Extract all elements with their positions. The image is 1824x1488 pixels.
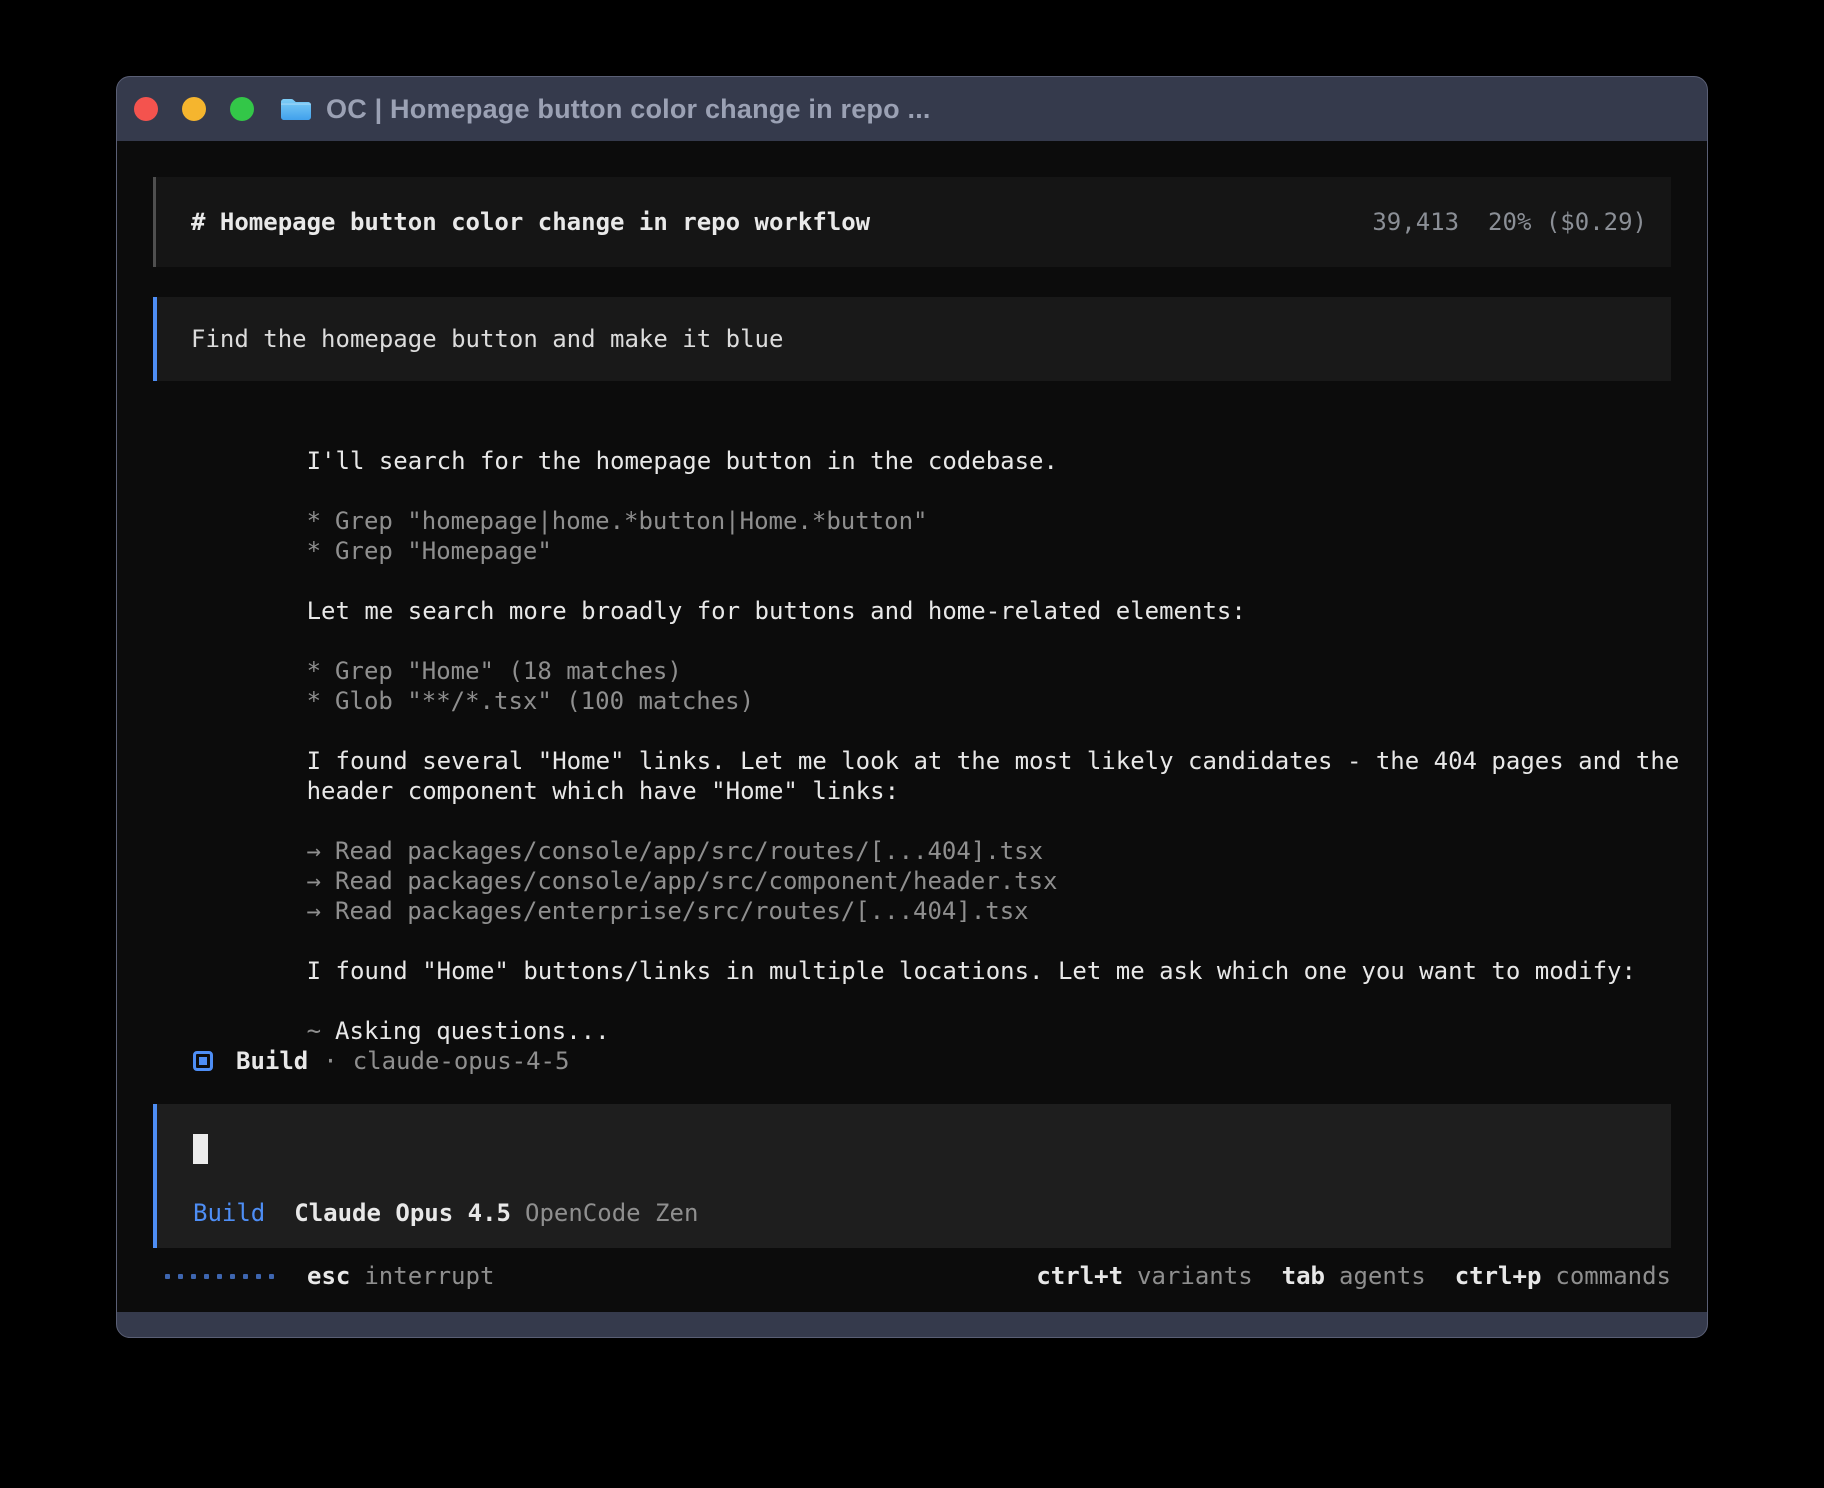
agent-model: claude-opus-4-5 bbox=[353, 1047, 570, 1075]
pending-action-line: ~Asking questions... bbox=[191, 986, 1671, 1016]
terminal-window: OC | Homepage button color change in rep… bbox=[116, 76, 1708, 1338]
spinner-dot-icon bbox=[178, 1274, 183, 1279]
window-title: OC | Homepage button color change in rep… bbox=[326, 94, 931, 125]
traffic-lights bbox=[134, 97, 254, 121]
spinner-dot-icon bbox=[243, 1274, 248, 1279]
desktop: { "window": { "title": "OC | Homepage bu… bbox=[0, 0, 1824, 1488]
shortcut-label: commands bbox=[1555, 1262, 1671, 1290]
token-count: 39,413 bbox=[1372, 208, 1459, 236]
agent-status-row: Build · claude-opus-4-5 bbox=[191, 1046, 1671, 1076]
shortcut-hints: ctrl+t variants tab agents ctrl+p comman… bbox=[1036, 1262, 1671, 1290]
close-window-button[interactable] bbox=[134, 97, 158, 121]
tool-bullet-icon: * bbox=[307, 656, 321, 686]
tool-bullet-icon: * bbox=[307, 536, 321, 566]
working-spinner-dots bbox=[165, 1274, 274, 1279]
shortcut-label: agents bbox=[1339, 1262, 1426, 1290]
status-bar: esc interrupt ctrl+t variants tab agents… bbox=[165, 1261, 1671, 1291]
spinner-dot-icon bbox=[204, 1274, 209, 1279]
session-title: # Homepage button color change in repo w… bbox=[191, 208, 870, 236]
arrow-right-icon: → bbox=[307, 836, 321, 866]
commands-shortcut: ctrl+p commands bbox=[1455, 1262, 1671, 1290]
arrow-right-icon: → bbox=[307, 866, 321, 896]
tilde-icon: ~ bbox=[307, 1016, 321, 1046]
tool-bullet-icon: * bbox=[307, 506, 321, 536]
arrow-right-icon: → bbox=[307, 896, 321, 926]
user-message-text: Find the homepage button and make it blu… bbox=[191, 325, 783, 353]
spinner-dot-icon bbox=[230, 1274, 235, 1279]
spinner-dot-icon bbox=[269, 1274, 274, 1279]
build-agent-icon bbox=[193, 1051, 213, 1071]
prompt-input[interactable]: Build Claude Opus 4.5 OpenCode Zen bbox=[153, 1104, 1671, 1248]
spinner-dot-icon bbox=[256, 1274, 261, 1279]
separator-dot: · bbox=[323, 1047, 337, 1075]
agents-shortcut: tab agents bbox=[1282, 1262, 1426, 1290]
user-message-block: Find the homepage button and make it blu… bbox=[153, 297, 1671, 381]
context-cost: 20% ($0.29) bbox=[1488, 208, 1647, 236]
shortcut-key: tab bbox=[1282, 1262, 1325, 1290]
assistant-transcript: I'll search for the homepage button in t… bbox=[191, 416, 1671, 1016]
assistant-text-line: I found several "Home" links. Let me loo… bbox=[191, 716, 1671, 746]
folder-icon bbox=[279, 96, 313, 123]
read-tool-line: →Read packages/console/app/src/routes/[.… bbox=[191, 806, 1671, 836]
esc-action-label: interrupt bbox=[364, 1262, 494, 1290]
session-header: # Homepage button color change in repo w… bbox=[153, 177, 1671, 267]
titlebar-title-group: OC | Homepage button color change in rep… bbox=[279, 94, 931, 125]
assistant-text-line: I found "Home" buttons/links in multiple… bbox=[191, 926, 1671, 956]
window-titlebar: OC | Homepage button color change in rep… bbox=[117, 77, 1707, 141]
assistant-text-line: Let me search more broadly for buttons a… bbox=[191, 566, 1671, 596]
zoom-window-button[interactable] bbox=[230, 97, 254, 121]
esc-key-label: esc bbox=[307, 1262, 350, 1290]
interrupt-hint: esc interrupt bbox=[307, 1262, 494, 1290]
minimize-window-button[interactable] bbox=[182, 97, 206, 121]
input-provider-label: OpenCode Zen bbox=[525, 1198, 698, 1228]
input-meta-row: Build Claude Opus 4.5 OpenCode Zen bbox=[193, 1198, 1671, 1228]
input-mode-label: Build bbox=[193, 1198, 265, 1228]
spinner-dot-icon bbox=[191, 1274, 196, 1279]
shortcut-key: ctrl+t bbox=[1036, 1262, 1123, 1290]
spinner-dot-icon bbox=[217, 1274, 222, 1279]
terminal-body: # Homepage button color change in repo w… bbox=[117, 141, 1707, 1312]
tool-call-line: *Grep "Home" (18 matches) bbox=[191, 626, 1671, 656]
spinner-dot-icon bbox=[165, 1274, 170, 1279]
session-meta: 39,413 20% ($0.29) bbox=[1372, 208, 1647, 236]
agent-name: Build bbox=[236, 1047, 308, 1075]
text-cursor bbox=[193, 1134, 208, 1164]
assistant-text-line: I'll search for the homepage button in t… bbox=[191, 416, 1671, 446]
input-model-label: Claude Opus 4.5 bbox=[294, 1198, 511, 1228]
shortcut-key: ctrl+p bbox=[1455, 1262, 1542, 1290]
shortcut-label: variants bbox=[1137, 1262, 1253, 1290]
variants-shortcut: ctrl+t variants bbox=[1036, 1262, 1252, 1290]
tool-bullet-icon: * bbox=[307, 686, 321, 716]
window-bottom-edge bbox=[117, 1312, 1707, 1337]
tool-call-line: *Grep "homepage|home.*button|Home.*butto… bbox=[191, 476, 1671, 506]
